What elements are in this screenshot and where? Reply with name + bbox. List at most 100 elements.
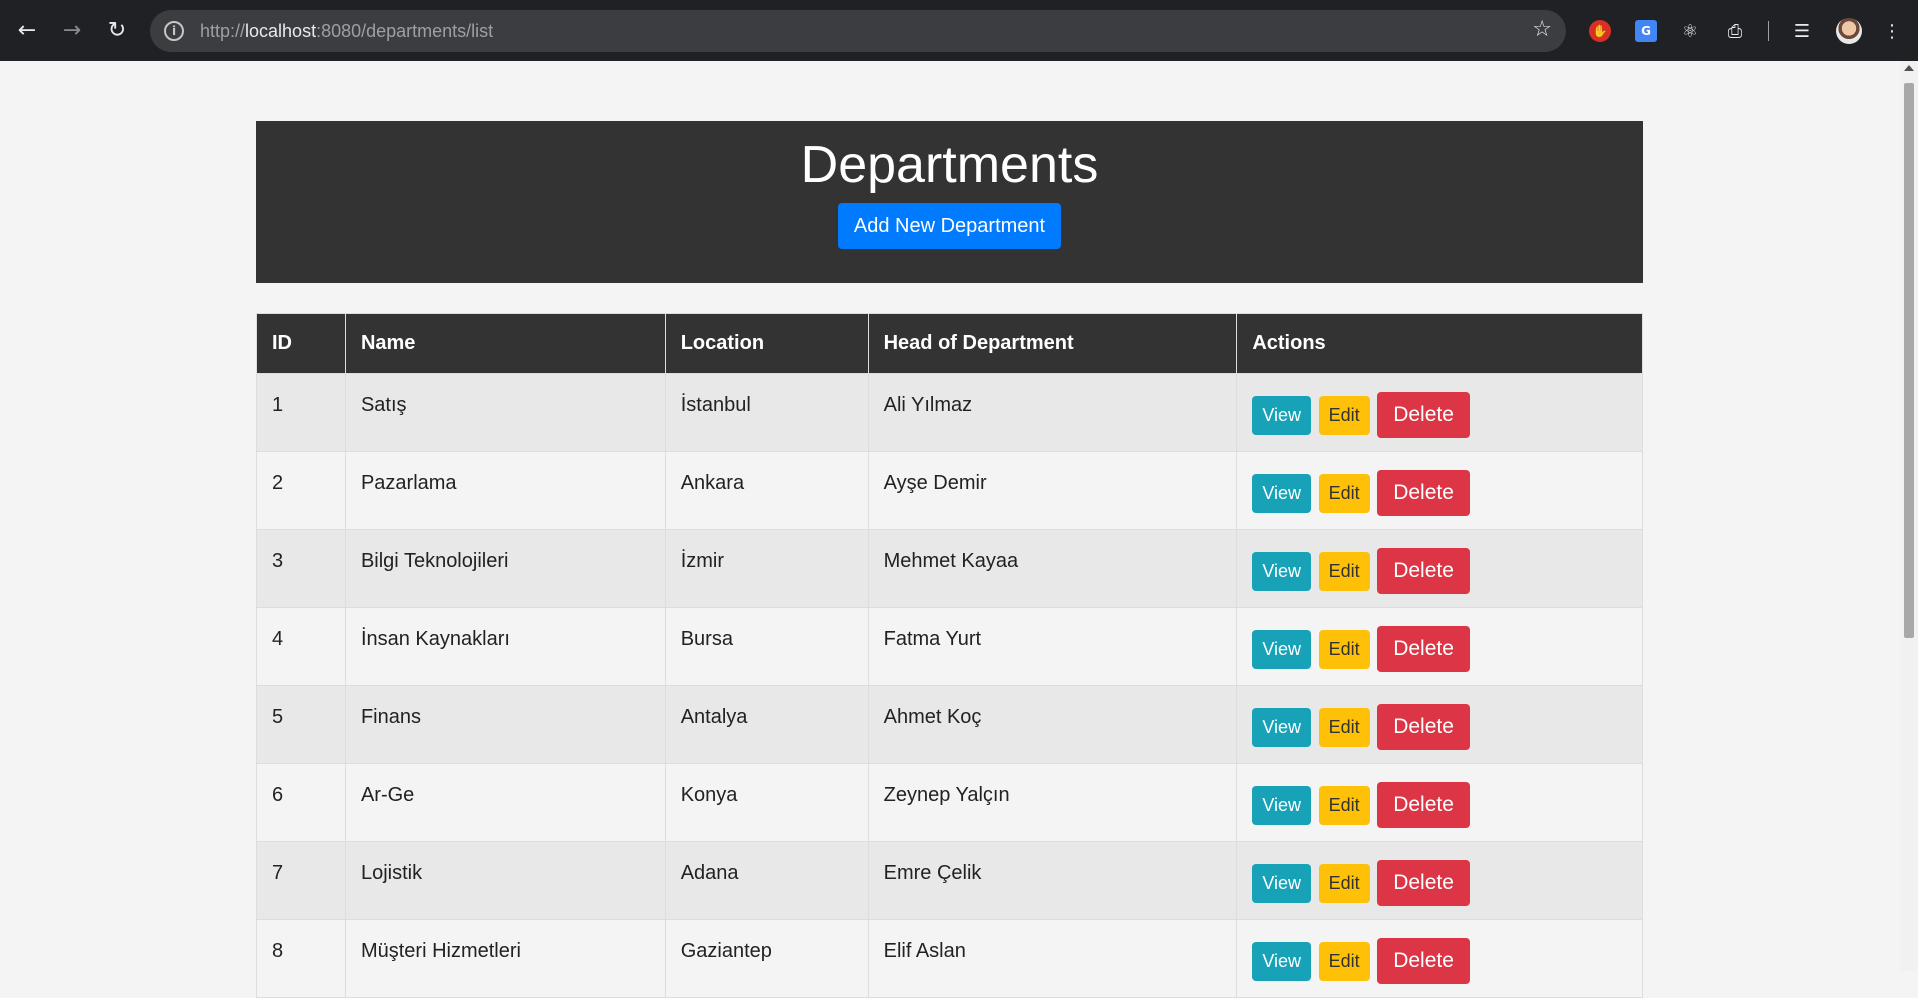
delete-button[interactable]: Delete <box>1377 392 1470 438</box>
cell-name: Lojistik <box>344 841 666 920</box>
table-row: 5 Finans Antalya Ahmet Koç View Edit Delete <box>256 685 1643 764</box>
cell-head: Zeynep Yalçın <box>867 763 1238 842</box>
column-header-location: Location <box>664 313 869 374</box>
edit-button[interactable]: Edit <box>1318 395 1370 435</box>
cell-id: 7 <box>256 841 346 920</box>
table-row: 7 Lojistik Adana Emre Çelik View Edit Delete <box>256 841 1643 920</box>
delete-button[interactable]: Delete <box>1377 626 1470 672</box>
cell-head: Ahmet Koç <box>867 685 1238 764</box>
view-button[interactable]: View <box>1252 707 1312 747</box>
table-row: 6 Ar-Ge Konya Zeynep Yalçın View Edit Delete <box>256 763 1643 842</box>
cell-actions: View Edit Delete <box>1236 763 1643 842</box>
delete-button[interactable]: Delete <box>1377 704 1470 750</box>
cell-location: İzmir <box>664 529 869 608</box>
cell-location: Ankara <box>664 451 869 530</box>
toolbar-divider <box>1768 21 1769 41</box>
url-text[interactable]: http://localhost:8080/departments/list <box>200 21 493 42</box>
bookmark-star-icon[interactable]: ☆ <box>1532 17 1552 42</box>
adblock-extension-icon[interactable]: ✋ <box>1589 20 1611 42</box>
cell-location: Adana <box>664 841 869 920</box>
column-header-id: ID <box>256 313 346 374</box>
view-button[interactable]: View <box>1252 395 1312 435</box>
delete-button[interactable]: Delete <box>1377 782 1470 828</box>
table-row: 8 Müşteri Hizmetleri Gaziantep Elif Aslan Vi… <box>256 919 1643 998</box>
add-new-department-button[interactable]: Add New Department <box>837 203 1062 249</box>
cell-actions: View Edit Delete <box>1236 919 1643 998</box>
cell-id: 4 <box>256 607 346 686</box>
scrollbar-thumb[interactable] <box>1904 83 1914 638</box>
page-header: Departments Add New Department <box>256 121 1643 283</box>
scroll-up-arrow-icon[interactable] <box>1904 65 1914 71</box>
delete-button[interactable]: Delete <box>1377 470 1470 516</box>
cell-location: Konya <box>664 763 869 842</box>
cell-name: Finans <box>344 685 666 764</box>
edit-button[interactable]: Edit <box>1318 473 1370 513</box>
cell-location: İstanbul <box>664 373 869 452</box>
cell-location: Bursa <box>664 607 869 686</box>
cell-name: Müşteri Hizmetleri <box>344 919 666 998</box>
view-button[interactable]: View <box>1252 785 1312 825</box>
edit-button[interactable]: Edit <box>1318 707 1370 747</box>
page-title: Departments <box>800 136 1099 194</box>
menu-kebab-icon[interactable]: ⋮ <box>1879 18 1905 44</box>
cell-id: 1 <box>256 373 346 452</box>
cell-name: İnsan Kaynakları <box>344 607 666 686</box>
column-header-actions: Actions <box>1236 313 1643 374</box>
table-row: 1 Satış İstanbul Ali Yılmaz View Edit Delete <box>256 373 1643 452</box>
cell-actions: View Edit Delete <box>1236 607 1643 686</box>
cell-location: Antalya <box>664 685 869 764</box>
table-row: 2 Pazarlama Ankara Ayşe Demir View Edit Dele… <box>256 451 1643 530</box>
view-button[interactable]: View <box>1252 863 1312 903</box>
cell-actions: View Edit Delete <box>1236 451 1643 530</box>
cell-head: Fatma Yurt <box>867 607 1238 686</box>
cell-actions: View Edit Delete <box>1236 685 1643 764</box>
cell-name: Ar-Ge <box>344 763 666 842</box>
delete-button[interactable]: Delete <box>1377 548 1470 594</box>
cell-head: Ali Yılmaz <box>867 373 1238 452</box>
profile-avatar[interactable] <box>1836 18 1862 44</box>
edit-button[interactable]: Edit <box>1318 941 1370 981</box>
table-header-row: ID Name Location Head of Department Acti… <box>256 313 1643 374</box>
cell-actions: View Edit Delete <box>1236 841 1643 920</box>
edit-button[interactable]: Edit <box>1318 629 1370 669</box>
edit-button[interactable]: Edit <box>1318 551 1370 591</box>
departments-table: ID Name Location Head of Department Acti… <box>256 313 1643 998</box>
browser-toolbar: ← → ↻ i http://localhost:8080/department… <box>0 0 1918 61</box>
reload-icon[interactable]: ↻ <box>99 12 135 48</box>
table-row: 3 Bilgi Teknolojileri İzmir Mehmet Kayaa Vie… <box>256 529 1643 608</box>
cell-name: Bilgi Teknolojileri <box>344 529 666 608</box>
translate-extension-icon[interactable]: G <box>1635 20 1657 42</box>
delete-button[interactable]: Delete <box>1377 860 1470 906</box>
url-host: localhost <box>245 20 317 41</box>
column-header-name: Name <box>344 313 666 374</box>
cell-id: 6 <box>256 763 346 842</box>
extensions-puzzle-icon[interactable]: ⎙ <box>1722 18 1748 44</box>
cell-name: Pazarlama <box>344 451 666 530</box>
cell-id: 8 <box>256 919 346 998</box>
cell-id: 3 <box>256 529 346 608</box>
cell-id: 2 <box>256 451 346 530</box>
forward-icon[interactable]: → <box>54 12 90 48</box>
delete-button[interactable]: Delete <box>1377 938 1470 984</box>
cell-actions: View Edit Delete <box>1236 529 1643 608</box>
view-button[interactable]: View <box>1252 551 1312 591</box>
cell-head: Emre Çelik <box>867 841 1238 920</box>
url-path: :8080/departments/list <box>316 20 494 41</box>
cell-head: Mehmet Kayaa <box>867 529 1238 608</box>
cell-id: 5 <box>256 685 346 764</box>
table-body: 1 Satış İstanbul Ali Yılmaz View Edit Delete… <box>256 373 1643 998</box>
edit-button[interactable]: Edit <box>1318 785 1370 825</box>
site-info-icon[interactable]: i <box>164 21 184 41</box>
back-icon[interactable]: ← <box>9 12 45 48</box>
edit-button[interactable]: Edit <box>1318 863 1370 903</box>
address-bar[interactable]: i http://localhost:8080/departments/list… <box>150 10 1566 52</box>
table-row: 4 İnsan Kaynakları Bursa Fatma Yurt View Edi… <box>256 607 1643 686</box>
view-button[interactable]: View <box>1252 629 1312 669</box>
view-button[interactable]: View <box>1252 473 1312 513</box>
url-prefix: http:// <box>200 20 246 41</box>
view-button[interactable]: View <box>1252 941 1312 981</box>
media-queue-icon[interactable]: ☰ <box>1789 18 1815 44</box>
page-scrollbar[interactable] <box>1900 61 1918 971</box>
cell-location: Gaziantep <box>664 919 869 998</box>
react-devtools-icon[interactable]: ⚛ <box>1677 18 1703 44</box>
